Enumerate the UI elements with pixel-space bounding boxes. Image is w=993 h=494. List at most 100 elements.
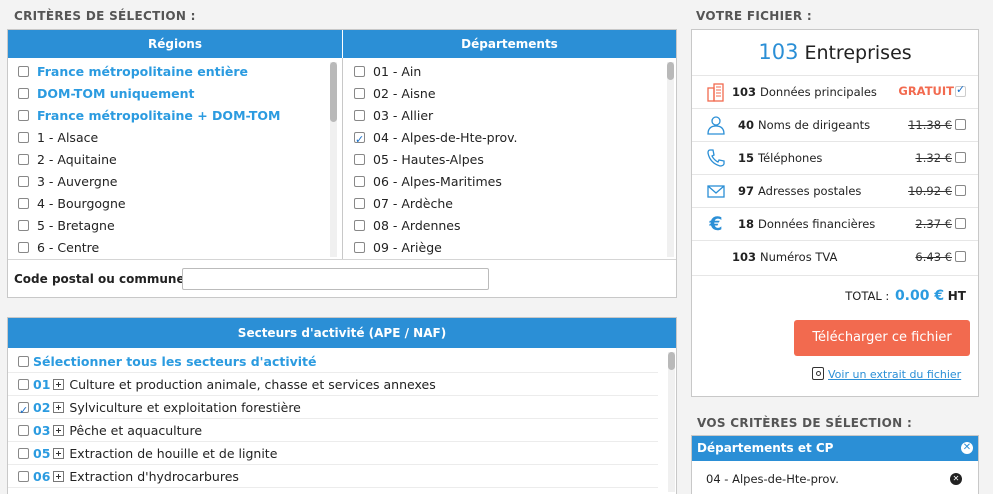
departement-checkbox[interactable] [354,154,365,165]
fichier-row-checkbox[interactable] [955,119,966,130]
fichier-row-count: 15 [738,151,755,165]
sector-checkbox[interactable] [18,471,29,482]
extract-link-wrap[interactable]: Voir un extrait du fichier [812,367,961,381]
region-checkbox[interactable] [18,242,29,253]
regions-list: France métropolitaine entière DOM-TOM uni… [18,61,333,259]
departement-item[interactable]: 01 - Ain [354,61,659,83]
region-item[interactable]: 6 - Centre [18,237,333,259]
region-checkbox[interactable] [18,154,29,165]
criteria-group-header: Départements et CP ✕ [692,436,978,461]
fichier-row-label: 103 Numéros TVA [732,250,837,264]
remove-criteria-icon[interactable]: ✕ [950,473,962,485]
departements-scrollbar[interactable] [667,62,674,257]
region-item[interactable]: France métropolitaine + DOM-TOM [18,105,333,127]
sector-item[interactable]: 01 Culture et production animale, chasse … [8,373,658,396]
departement-checkbox[interactable] [354,88,365,99]
departement-item[interactable]: 09 - Ariège [354,237,659,259]
sector-item[interactable]: 06 Extraction d'hydrocarbures [8,465,658,488]
fichier-row-checkbox[interactable] [955,185,966,196]
fichier-row-price: GRATUIT [898,84,954,98]
region-item[interactable]: 2 - Aquitaine [18,149,333,171]
sectors-scrollbar[interactable] [668,352,675,492]
departement-item[interactable]: 07 - Ardèche [354,193,659,215]
region-checkbox[interactable] [18,110,29,121]
fichier-row-text: Téléphones [758,151,823,165]
criteria-item: 04 - Alpes-de-Hte-prov. ✕ [692,461,978,494]
departement-item[interactable]: 06 - Alpes-Maritimes [354,171,659,193]
departements-list: 01 - Ain02 - Aisne03 - Allier04 - Alpes-… [354,61,659,259]
expand-plus-icon[interactable] [53,402,65,413]
departement-checkbox[interactable] [354,66,365,77]
fichier-row-count: 103 [732,250,757,264]
expand-plus-icon[interactable] [53,425,65,436]
euro-icon: € [709,213,723,235]
fichier-panel: 103 Entreprises 103 Données principales GRA… [691,29,979,397]
sector-item[interactable]: 02 Sylviculture et exploitation forestièr… [8,396,658,422]
person-icon [706,115,726,135]
remove-group-icon[interactable]: ✕ [961,442,973,454]
fichier-row-price: 6.43 € [915,250,952,264]
departement-checkbox[interactable] [354,198,365,209]
fichier-row-checkbox[interactable] [955,152,966,163]
fichier-row-label: 103 Données principales [732,85,877,99]
region-checkbox[interactable] [18,220,29,231]
sector-item[interactable]: 05 Extraction de houille et de lignite [8,442,658,465]
region-item[interactable]: 3 - Auvergne [18,171,333,193]
expand-plus-icon[interactable] [53,471,65,482]
region-item[interactable]: France métropolitaine entière [18,61,333,83]
sectors-list: Sélectionner tous les secteurs d'activit… [8,350,658,488]
region-item[interactable]: 4 - Bourgogne [18,193,333,215]
region-checkbox[interactable] [18,88,29,99]
fichier-row-count: 103 [732,85,757,99]
departement-checkbox[interactable] [354,220,365,231]
fichier-row-text: Noms de dirigeants [758,118,871,132]
region-item[interactable]: DOM-TOM uniquement [18,83,333,105]
departement-checkbox[interactable] [354,110,365,121]
select-all-sectors[interactable]: Sélectionner tous les secteurs d'activit… [8,350,658,373]
region-item[interactable]: 5 - Bretagne [18,215,333,237]
expand-plus-icon[interactable] [53,379,65,390]
fichier-row-checkbox[interactable] [955,218,966,229]
departement-item[interactable]: 02 - Aisne [354,83,659,105]
departement-item[interactable]: 08 - Ardennes [354,215,659,237]
vos-criteres-title: VOS CRITÈRES DE SÉLECTION : [697,416,913,430]
fichier-row-checkbox [955,83,966,97]
sector-checkbox[interactable] [18,379,29,390]
download-button[interactable]: Télécharger ce fichier [794,320,970,356]
sector-checkbox[interactable] [18,425,29,436]
sector-item[interactable]: 03 Pêche et aquaculture [8,419,658,442]
departement-checkbox[interactable] [354,176,365,187]
sector-checkbox[interactable] [18,448,29,459]
select-all-checkbox[interactable] [18,356,29,367]
sector-checkbox[interactable] [18,399,29,422]
expand-plus-icon[interactable] [53,448,65,459]
fichier-row-label: 18 Données financières [738,217,875,231]
total-value: 0.00 € [894,288,945,304]
fichier-row-label: 15 Téléphones [738,151,822,165]
departement-item[interactable]: 04 - Alpes-de-Hte-prov. [354,127,659,151]
region-checkbox[interactable] [18,176,29,187]
region-checkbox[interactable] [18,132,29,143]
fichier-row-label: 97 Adresses postales [738,184,861,198]
regions-header: Régions [8,30,343,58]
postal-code-input[interactable] [182,268,489,290]
region-checkbox[interactable] [18,198,29,209]
sector-label: Extraction de houille et de lignite [69,446,278,461]
fichier-row-checkbox[interactable] [955,251,966,262]
departement-item[interactable]: 05 - Hautes-Alpes [354,149,659,171]
sector-label: Extraction d'hydrocarbures [69,469,239,484]
region-checkbox[interactable] [18,66,29,77]
departement-checkbox[interactable] [354,129,365,151]
envelope-icon [706,181,726,201]
sector-label: Culture et production animale, chasse et… [69,377,436,392]
departement-checkbox[interactable] [354,242,365,253]
fichier-row: 103 Numéros TVA 6.43 € [692,240,978,273]
fichier-row-count: 97 [738,184,755,198]
regions-scrollbar[interactable] [330,62,337,257]
criteria-panel: Départements et CP ✕ 04 - Alpes-de-Hte-p… [691,435,979,494]
departement-item[interactable]: 03 - Allier [354,105,659,127]
region-item[interactable]: 1 - Alsace [18,127,333,149]
sector-code: 01 [33,377,51,392]
sectors-header: Secteurs d'activité (APE / NAF) [8,318,676,348]
fichier-row-count: 18 [738,217,755,231]
